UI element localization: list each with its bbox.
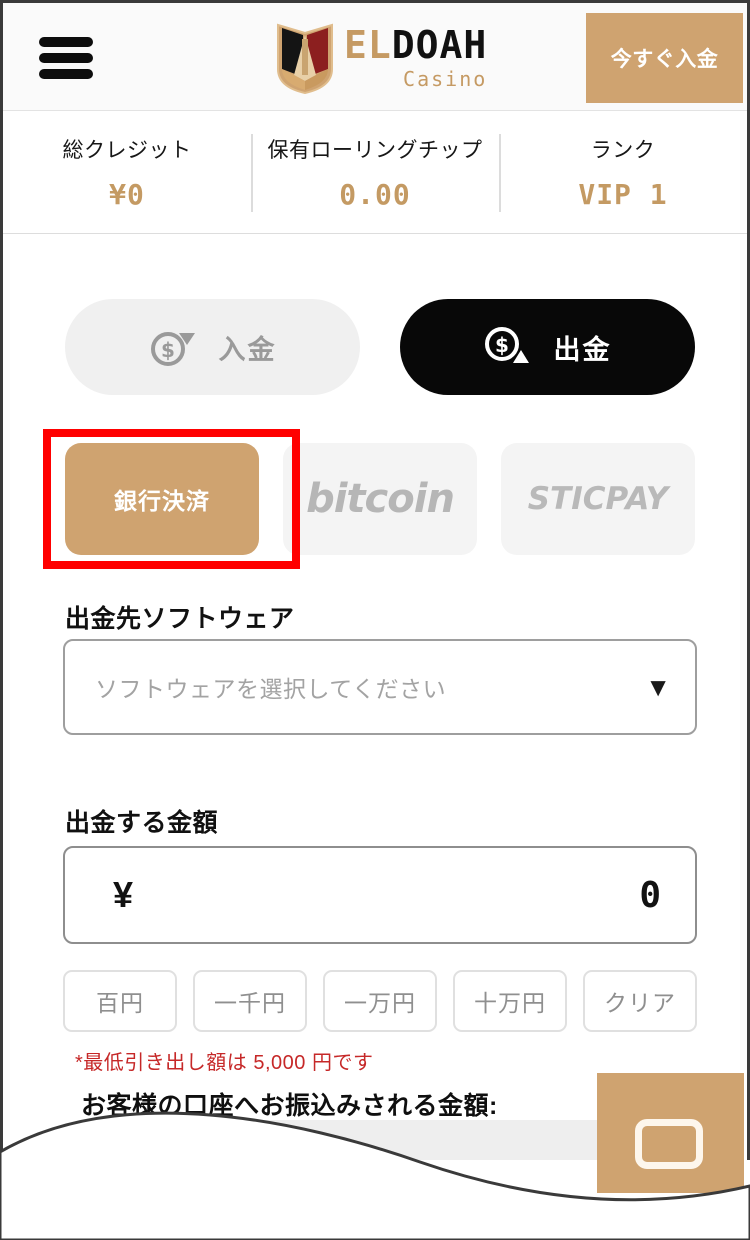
payment-method-label: 銀行決済 xyxy=(114,488,210,514)
transaction-type-tabs: $ 入金 $ 出金 xyxy=(65,299,695,395)
svg-text:$: $ xyxy=(161,338,175,362)
stat-label: 保有ローリングチップ xyxy=(267,139,483,162)
chevron-down-icon: ▼ xyxy=(645,672,671,702)
page-body: ELDOAH Casino 今すぐ入金 総クレジット ¥0 保有ローリングチップ… xyxy=(0,0,750,1160)
tab-label: 出金 xyxy=(553,334,612,365)
svg-text:$: $ xyxy=(495,333,509,357)
brand-name-part1: EL xyxy=(344,22,392,67)
account-stats-bar: 総クレジット ¥0 保有ローリングチップ 0.00 ランク VIP 1 xyxy=(3,112,747,234)
withdraw-amount-input[interactable]: ¥ 0 xyxy=(63,846,697,944)
payment-method-list: 銀行決済 bitcoin STICPAY xyxy=(65,443,695,555)
withdraw-software-select[interactable]: ソフトウェアを選択してください ▼ xyxy=(63,639,697,735)
stat-value: ¥0 xyxy=(109,178,145,211)
payment-method-bank[interactable]: 銀行決済 xyxy=(65,443,259,555)
floating-action-panel[interactable] xyxy=(597,1073,744,1193)
currency-symbol: ¥ xyxy=(113,874,134,915)
stat-value: VIP 1 xyxy=(578,178,668,211)
tab-deposit[interactable]: $ 入金 xyxy=(65,299,360,395)
tab-label: 入金 xyxy=(218,334,277,365)
select-placeholder: ソフトウェアを選択してください xyxy=(95,676,447,702)
quick-amount-100000[interactable]: 十万円 xyxy=(453,970,567,1032)
stat-rolling-chips: 保有ローリングチップ 0.00 xyxy=(251,112,499,233)
app-header: ELDOAH Casino 今すぐ入金 xyxy=(3,3,747,111)
payment-method-bitcoin[interactable]: bitcoin xyxy=(283,443,477,555)
quick-amount-buttons: 百円 一千円 一万円 十万円 クリア xyxy=(63,970,697,1032)
coin-dollar-down-arrow-icon: $ xyxy=(150,332,195,366)
quick-amount-100[interactable]: 百円 xyxy=(63,970,177,1032)
sticpay-logo-icon: STICPAY xyxy=(527,481,669,517)
brand-logo[interactable]: ELDOAH Casino xyxy=(276,19,487,95)
hamburger-bar xyxy=(39,37,93,47)
hamburger-bar xyxy=(39,69,93,79)
stat-value: 0.00 xyxy=(339,178,411,211)
stat-total-credit: 総クレジット ¥0 xyxy=(3,112,251,233)
coin-dollar-up-arrow-icon: $ xyxy=(484,327,529,363)
tab-withdraw[interactable]: $ 出金 xyxy=(400,299,695,395)
amount-value: 0 xyxy=(639,874,661,916)
quick-amount-1000[interactable]: 一千円 xyxy=(193,970,307,1032)
brand-logo-text: ELDOAH Casino xyxy=(344,26,487,89)
brand-name-part2: DOAH xyxy=(391,22,488,67)
stat-label: ランク xyxy=(590,139,656,162)
hamburger-menu-icon[interactable] xyxy=(39,37,93,79)
stat-label: 総クレジット xyxy=(62,139,192,162)
quick-amount-clear[interactable]: クリア xyxy=(583,970,697,1032)
rounded-square-outline-icon xyxy=(635,1119,703,1169)
stat-rank: ランク VIP 1 xyxy=(499,112,747,233)
app-root: ELDOAH Casino 今すぐ入金 総クレジット ¥0 保有ローリングチップ… xyxy=(0,0,750,1240)
brand-name: ELDOAH xyxy=(344,26,487,64)
transfer-amount-strip xyxy=(81,1120,641,1160)
minimum-withdraw-note: *最低引き出し額は 5,000 円です xyxy=(75,1052,374,1074)
hamburger-bar xyxy=(39,53,93,63)
payment-method-sticpay[interactable]: STICPAY xyxy=(501,443,695,555)
bitcoin-logo-icon: bitcoin xyxy=(306,476,455,522)
deposit-now-button[interactable]: 今すぐ入金 xyxy=(586,13,743,103)
transfer-amount-label: お客様の口座へお振込みされる金額: xyxy=(81,1092,498,1120)
software-field-label: 出金先ソフトウェア xyxy=(65,605,295,633)
brand-subtitle: Casino xyxy=(403,66,488,91)
quick-amount-10000[interactable]: 一万円 xyxy=(323,970,437,1032)
amount-field-label: 出金する金額 xyxy=(65,809,219,837)
shield-pyramid-logo-icon xyxy=(277,23,333,95)
